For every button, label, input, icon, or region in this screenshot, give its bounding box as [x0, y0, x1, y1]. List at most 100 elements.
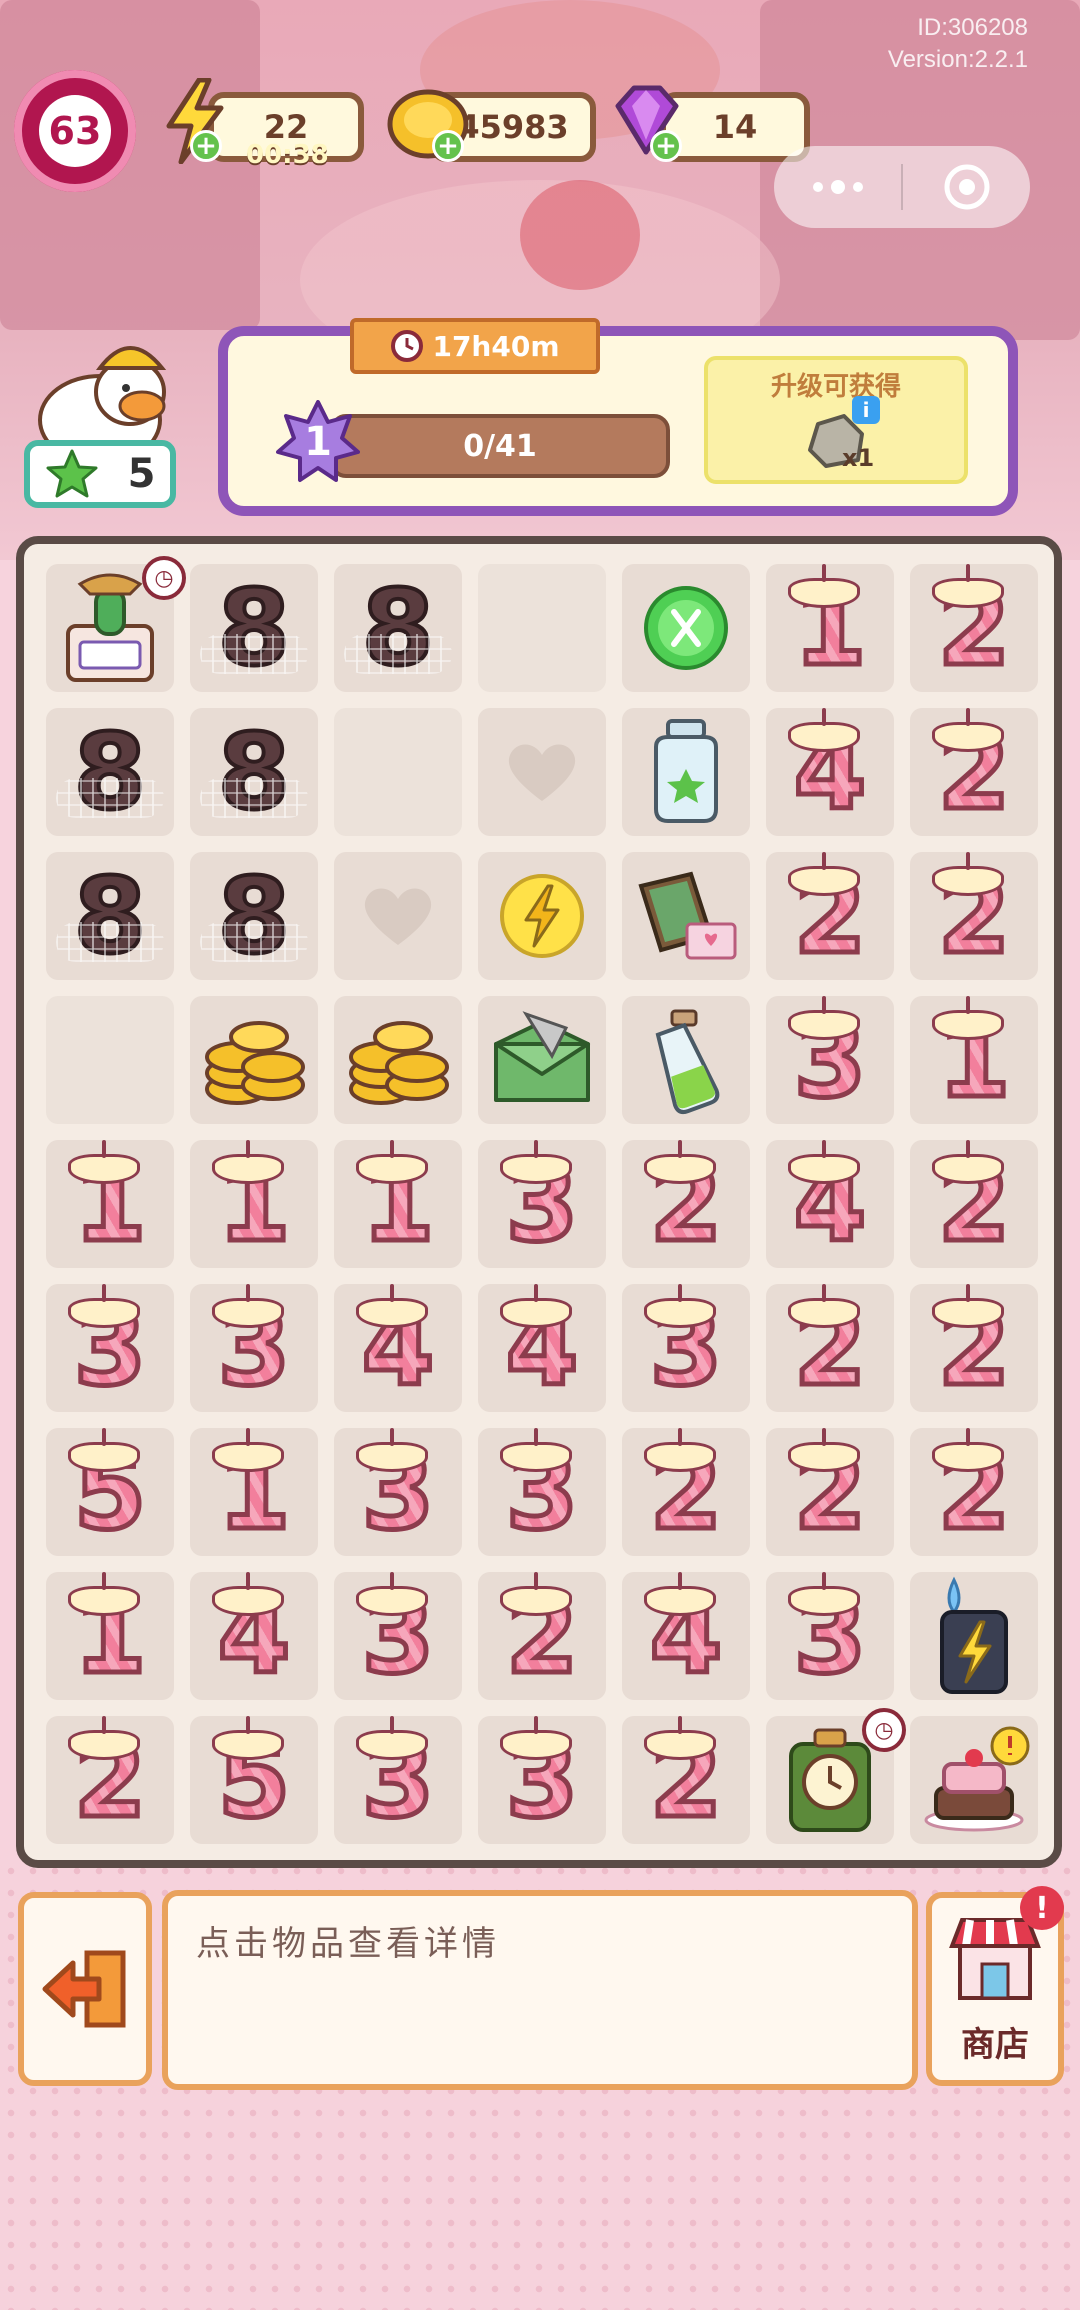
board-cell[interactable]: 3: [334, 1428, 462, 1556]
shop-label: 商店: [961, 2025, 1029, 2065]
board-cell[interactable]: 4: [334, 1284, 462, 1412]
board-cell[interactable]: ◷: [766, 1708, 906, 1844]
candle-item: 2: [787, 1284, 869, 1403]
board-cell[interactable]: 1: [190, 1428, 318, 1556]
board-cell[interactable]: [334, 996, 462, 1124]
board-cell[interactable]: 3: [622, 1284, 750, 1412]
board-cell[interactable]: 4: [190, 1572, 318, 1700]
candle-wick: [965, 708, 970, 726]
stars-counter[interactable]: 5: [24, 440, 176, 508]
candle-wick: [677, 1716, 682, 1734]
board-cell[interactable]: [622, 996, 750, 1124]
candle-number: 3: [359, 1575, 436, 1697]
candle-item: 3: [355, 1572, 437, 1691]
board-cell[interactable]: 1: [766, 564, 894, 692]
board-cell[interactable]: 2: [622, 1140, 750, 1268]
board-cell[interactable]: 5: [46, 1428, 174, 1556]
board-cell[interactable]: 4: [766, 1140, 894, 1268]
board-cell[interactable]: 3: [478, 1140, 606, 1268]
lighter-icon: [924, 1576, 1024, 1696]
board-cell[interactable]: 1: [46, 1572, 174, 1700]
shop-button[interactable]: 商店 !: [926, 1886, 1064, 2086]
candle-wick: [533, 1284, 538, 1302]
board-cell[interactable]: 8: [190, 708, 318, 836]
board-cell[interactable]: [190, 996, 318, 1124]
candle-number: 3: [359, 1431, 436, 1553]
candle-number: 4: [503, 1287, 580, 1409]
board-cell[interactable]: 1: [190, 1140, 318, 1268]
board-cell[interactable]: 3: [334, 1572, 462, 1700]
board-cell[interactable]: 2: [766, 852, 894, 980]
board-cell[interactable]: 2: [910, 1428, 1038, 1556]
board-cell[interactable]: 2: [622, 1428, 750, 1556]
board-cell[interactable]: 8: [46, 852, 174, 980]
board-cell[interactable]: 1: [910, 996, 1038, 1124]
more-menu-button[interactable]: [774, 146, 901, 228]
add-gems-button[interactable]: +: [650, 130, 682, 162]
board-cell[interactable]: 2: [910, 852, 1038, 980]
candle-wick: [389, 1284, 394, 1302]
board-cell[interactable]: 8: [190, 852, 318, 980]
board-cell[interactable]: [622, 564, 750, 692]
candle-item: 3: [499, 1716, 581, 1835]
quest-level-value: 1: [304, 419, 332, 465]
board-cell[interactable]: 4: [766, 708, 894, 836]
candle-wick: [821, 1572, 826, 1590]
board-cell[interactable]: 2: [766, 1284, 894, 1412]
candle-wick: [245, 1572, 250, 1590]
board-cell[interactable]: [478, 852, 606, 980]
clock-icon: [391, 330, 424, 362]
add-energy-button[interactable]: +: [190, 130, 222, 162]
board-cell[interactable]: 1: [334, 1140, 462, 1268]
info-icon[interactable]: i: [852, 396, 880, 424]
board-cell[interactable]: 2: [910, 564, 1038, 692]
board-cell[interactable]: [334, 852, 462, 980]
board-cell[interactable]: 2: [766, 1428, 894, 1556]
board-cell[interactable]: ◷: [46, 556, 186, 692]
board-cell[interactable]: [478, 708, 606, 836]
candle-item: 1: [355, 1140, 437, 1259]
board-cell[interactable]: 2: [478, 1572, 606, 1700]
board-cell[interactable]: 8: [46, 708, 174, 836]
envelope-icon: [486, 1004, 598, 1116]
reward-box[interactable]: 升级可获得 i x1: [704, 356, 968, 484]
add-coins-button[interactable]: +: [432, 130, 464, 162]
candle-item: 2: [931, 1428, 1013, 1547]
candle-wick: [245, 1284, 250, 1302]
player-level-badge[interactable]: 63: [14, 70, 136, 192]
board-cell[interactable]: [910, 1572, 1038, 1700]
board-cell[interactable]: 2: [910, 1284, 1038, 1412]
board-cell[interactable]: 3: [478, 1716, 606, 1844]
candle-item: 2: [787, 1428, 869, 1547]
close-mini-program-button[interactable]: [903, 146, 1030, 228]
board-cell[interactable]: [622, 852, 750, 980]
cake-icon: [918, 1724, 1030, 1836]
board-cell[interactable]: 2: [910, 1140, 1038, 1268]
board-cell[interactable]: 3: [46, 1284, 174, 1412]
board-cell[interactable]: 3: [190, 1284, 318, 1412]
board-cell[interactable]: 4: [478, 1284, 606, 1412]
board-cell[interactable]: 2: [46, 1716, 174, 1844]
board-cell[interactable]: 3: [334, 1716, 462, 1844]
candle-wick: [965, 1140, 970, 1158]
board-cell[interactable]: 5: [190, 1716, 318, 1844]
exit-button[interactable]: [18, 1892, 152, 2086]
candle-wick: [821, 564, 826, 582]
board-cell[interactable]: [910, 1716, 1038, 1844]
board-cell[interactable]: 8: [190, 564, 318, 692]
board-cell[interactable]: 3: [478, 1428, 606, 1556]
board-cell[interactable]: 2: [622, 1716, 750, 1844]
candle-number: 3: [791, 999, 868, 1121]
candle-item: 2: [643, 1716, 725, 1835]
board-cell[interactable]: 1: [46, 1140, 174, 1268]
candle-item: 5: [211, 1716, 293, 1835]
board-cell[interactable]: 3: [766, 996, 894, 1124]
board-cell[interactable]: 3: [766, 1572, 894, 1700]
cobweb: [56, 778, 164, 818]
board-cell[interactable]: 8: [334, 564, 462, 692]
board-cell[interactable]: 4: [622, 1572, 750, 1700]
board-cell[interactable]: 2: [910, 708, 1038, 836]
candle-number: 1: [215, 1431, 292, 1553]
board-cell[interactable]: [478, 996, 606, 1124]
board-cell[interactable]: [622, 708, 750, 836]
